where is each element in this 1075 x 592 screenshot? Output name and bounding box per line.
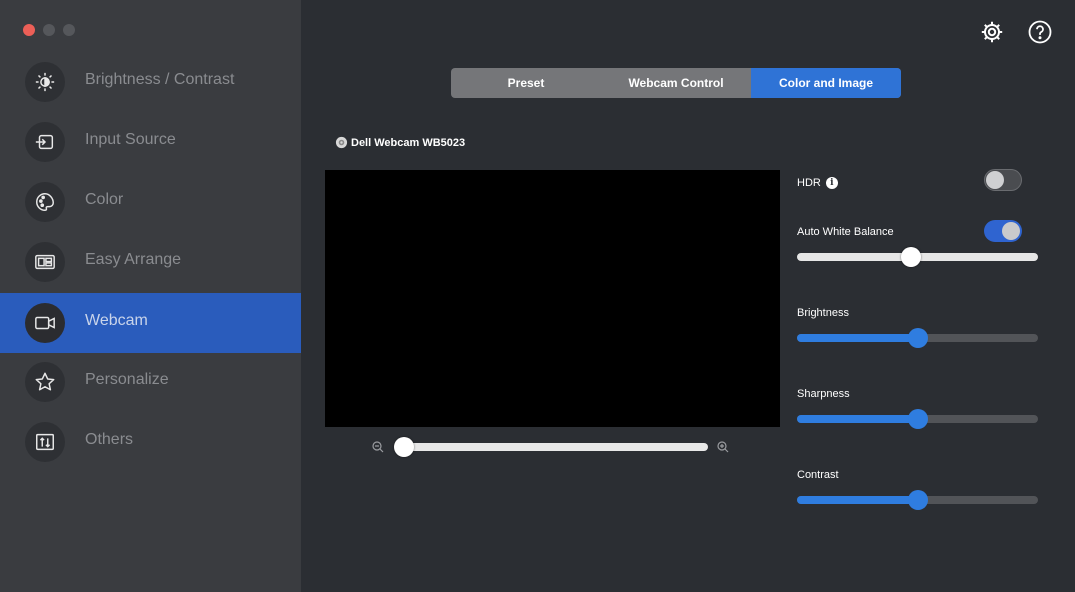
sidebar-item-label: Brightness / Contrast (85, 71, 235, 88)
camera-name: Dell Webcam WB5023 (351, 136, 466, 149)
contrast-label-text: Contrast (797, 469, 839, 481)
palette-icon (25, 182, 65, 222)
zoom-out-icon[interactable] (372, 441, 384, 453)
input-source-icon (25, 122, 65, 162)
hdr-toggle[interactable] (984, 169, 1022, 191)
camera-selector[interactable]: Dell Webcam WB5023 (335, 136, 465, 149)
sharpness-label: Sharpness (797, 388, 850, 400)
sharpness-slider[interactable] (797, 408, 1038, 430)
brightness-slider[interactable] (797, 327, 1038, 349)
tab-color-and-image[interactable]: Color and Image (751, 68, 901, 98)
settings-gear-icon[interactable] (979, 19, 1005, 45)
brightness-icon (25, 62, 65, 102)
hdr-label-text: HDR (797, 177, 821, 189)
window-controls (23, 24, 75, 36)
zoom-control (370, 436, 732, 458)
hdr-label: HDR i (797, 177, 838, 189)
slider-thumb[interactable] (901, 247, 921, 267)
brightness-label-text: Brightness (797, 307, 849, 319)
slider-fill (797, 415, 918, 423)
close-window-button[interactable] (23, 24, 35, 36)
sidebar-item-label: Color (85, 191, 124, 208)
webcam-icon (25, 303, 65, 343)
sidebar-item-label: Personalize (85, 371, 169, 388)
sidebar-item-input-source[interactable]: Input Source (0, 112, 301, 172)
sidebar-item-label: Input Source (85, 131, 176, 148)
zoom-slider-thumb[interactable] (394, 437, 414, 457)
toggle-knob (1002, 222, 1020, 240)
slider-thumb[interactable] (908, 328, 928, 348)
zoom-slider[interactable] (403, 443, 708, 451)
star-icon (25, 362, 65, 402)
sidebar-item-label: Webcam (85, 312, 148, 329)
contrast-slider[interactable] (797, 489, 1038, 511)
sidebar-item-personalize[interactable]: Personalize (0, 352, 301, 412)
layout-icon (25, 242, 65, 282)
sidebar-item-webcam[interactable]: Webcam (0, 293, 301, 353)
sidebar-item-brightness-contrast[interactable]: Brightness / Contrast (0, 52, 301, 112)
slider-thumb[interactable] (908, 409, 928, 429)
others-icon (25, 422, 65, 462)
sidebar: Brightness / Contrast Input Source Color (0, 0, 301, 592)
maximize-window-button[interactable] (63, 24, 75, 36)
tab-bar: Preset Webcam Control Color and Image (451, 68, 901, 98)
slider-fill (797, 496, 918, 504)
minimize-window-button[interactable] (43, 24, 55, 36)
info-icon[interactable]: i (825, 177, 838, 189)
awb-toggle[interactable] (984, 220, 1022, 242)
webcam-preview (325, 170, 780, 427)
sidebar-item-label: Easy Arrange (85, 251, 182, 268)
slider-thumb[interactable] (908, 490, 928, 510)
brightness-label: Brightness (797, 307, 849, 319)
awb-label: Auto White Balance (797, 226, 894, 238)
contrast-label: Contrast (797, 469, 839, 481)
sidebar-item-label: Others (85, 431, 134, 448)
tab-preset[interactable]: Preset (451, 68, 601, 98)
zoom-in-icon[interactable] (717, 441, 729, 453)
slider-fill (797, 334, 918, 342)
sidebar-item-color[interactable]: Color (0, 172, 301, 232)
camera-lens-icon (335, 136, 348, 149)
white-balance-slider[interactable] (797, 246, 1038, 268)
tab-webcam-control[interactable]: Webcam Control (601, 68, 751, 98)
awb-label-text: Auto White Balance (797, 226, 894, 238)
sidebar-item-easy-arrange[interactable]: Easy Arrange (0, 232, 301, 292)
sidebar-item-others[interactable]: Others (0, 412, 301, 472)
toggle-knob (986, 171, 1004, 189)
sharpness-label-text: Sharpness (797, 388, 850, 400)
help-icon[interactable] (1027, 19, 1053, 45)
